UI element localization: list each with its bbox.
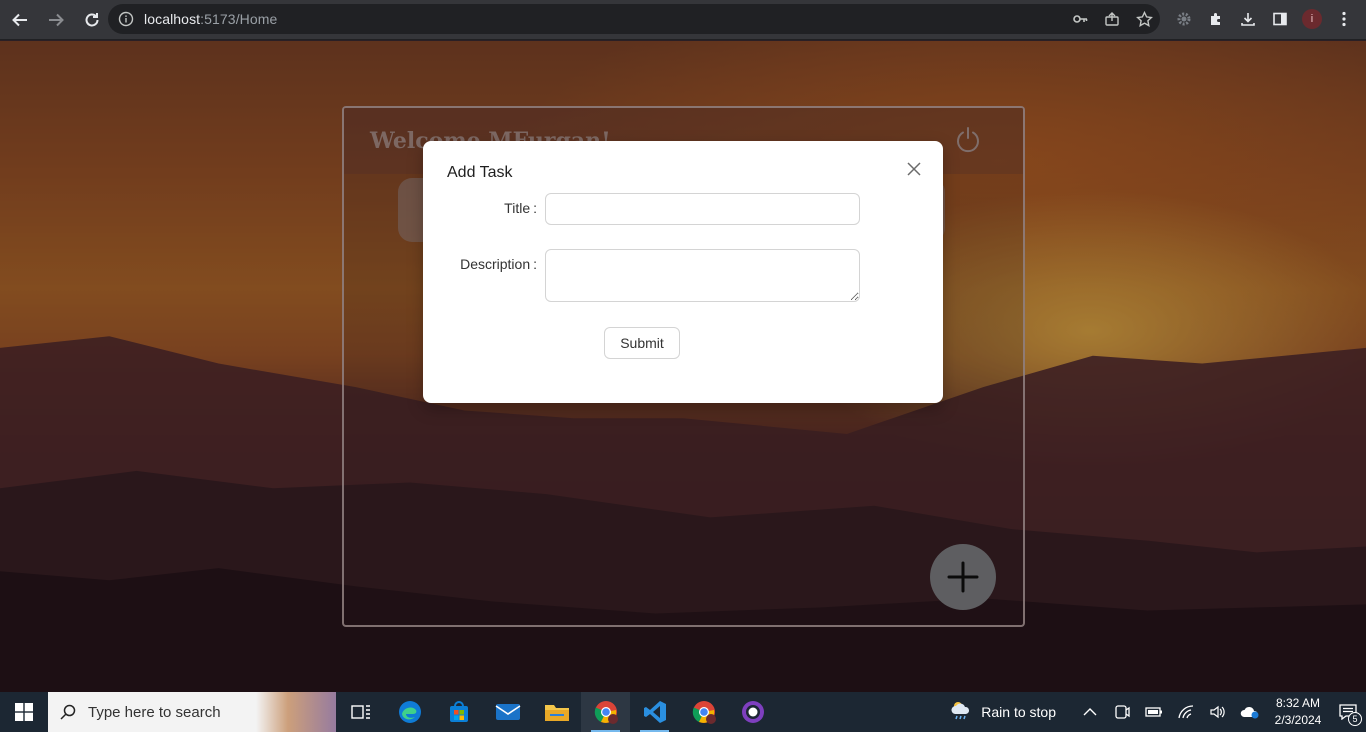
key-icon[interactable] — [1064, 4, 1096, 34]
description-label-text: Description — [460, 256, 531, 272]
notification-count-badge: 5 — [1348, 712, 1362, 726]
clock-time: 8:32 AM — [1275, 696, 1321, 710]
chrome-profile-app-button[interactable] — [679, 692, 728, 732]
chrome-app-button[interactable] — [581, 692, 630, 732]
clock-date: 2/3/2024 — [1274, 713, 1322, 727]
store-icon — [449, 701, 468, 722]
add-task-modal: Add Task Title: Description: Submit — [423, 141, 943, 403]
share-icon[interactable] — [1096, 4, 1128, 34]
search-icon — [48, 703, 88, 721]
battery-icon[interactable] — [1138, 692, 1170, 732]
menu-kebab-icon[interactable] — [1328, 4, 1360, 34]
close-button[interactable] — [904, 159, 924, 179]
store-app-button[interactable] — [434, 692, 483, 732]
vscode-icon — [643, 701, 666, 723]
edge-app-button[interactable] — [385, 692, 434, 732]
weather-widget[interactable]: Rain to stop — [949, 700, 1056, 725]
avatar: i — [1302, 9, 1322, 29]
wifi-icon[interactable] — [1170, 692, 1202, 732]
label-colon: : — [533, 200, 537, 216]
arrow-right-icon — [49, 13, 64, 26]
modal-title: Add Task — [447, 164, 513, 181]
profile-button[interactable]: i — [1296, 4, 1328, 34]
taskbar-search[interactable]: Type here to search — [48, 692, 336, 732]
windows-logo-icon — [15, 703, 33, 721]
edge-icon — [398, 701, 421, 723]
system-tray: Rain to stop 8:32 AM 2/3/2024 5 — [949, 692, 1366, 732]
page-background: Welcome MFurqan! Add Task Title: Descrip… — [0, 41, 1366, 692]
description-row: Description: — [423, 249, 860, 302]
bookmark-star-icon[interactable] — [1128, 4, 1160, 34]
close-icon — [907, 162, 921, 176]
windows-taskbar: Type here to search Rain to stop 8:32 AM… — [0, 692, 1366, 732]
start-button[interactable] — [0, 692, 48, 732]
url-host: localhost — [144, 11, 201, 27]
mail-app-button[interactable] — [483, 692, 532, 732]
browser-toolbar: localhost:5173/Home i — [0, 0, 1366, 40]
task-view-icon — [350, 705, 370, 719]
notifications-button[interactable]: 5 — [1330, 692, 1366, 732]
submit-button[interactable]: Submit — [604, 327, 680, 359]
reload-button[interactable] — [76, 4, 108, 36]
back-button[interactable] — [4, 4, 36, 36]
system-clock[interactable]: 8:32 AM 2/3/2024 — [1266, 695, 1330, 729]
meet-now-icon[interactable] — [1106, 692, 1138, 732]
onedrive-icon[interactable] — [1234, 692, 1266, 732]
github-icon — [741, 701, 764, 723]
chevron-up-icon — [1083, 708, 1097, 716]
address-bar[interactable]: localhost:5173/Home — [108, 4, 1160, 34]
show-hidden-icons-button[interactable] — [1074, 692, 1106, 732]
title-label-text: Title — [504, 200, 531, 216]
url-path: :5173/Home — [200, 11, 278, 27]
download-icon[interactable] — [1232, 4, 1264, 34]
chrome-icon — [594, 701, 618, 724]
vscode-app-button[interactable] — [630, 692, 679, 732]
chrome-icon — [692, 701, 716, 724]
forward-button[interactable] — [40, 4, 72, 36]
label-colon: : — [533, 256, 537, 272]
url-text: localhost:5173/Home — [144, 11, 277, 27]
task-view-button[interactable] — [336, 692, 385, 732]
folder-icon — [544, 705, 569, 721]
description-label: Description: — [423, 249, 537, 272]
weather-text: Rain to stop — [981, 704, 1056, 720]
search-placeholder: Type here to search — [88, 703, 221, 721]
title-row: Title: — [423, 193, 860, 225]
rain-cloud-icon — [949, 700, 973, 725]
search-highlight-image — [256, 692, 336, 732]
reload-icon — [85, 12, 99, 26]
github-desktop-button[interactable] — [728, 692, 777, 732]
extension-gear-icon[interactable] — [1168, 4, 1200, 34]
volume-icon[interactable] — [1202, 692, 1234, 732]
title-input[interactable] — [545, 193, 860, 225]
site-info-icon[interactable] — [118, 11, 134, 27]
mail-icon — [495, 704, 520, 720]
extensions-puzzle-icon[interactable] — [1200, 4, 1232, 34]
side-panel-icon[interactable] — [1264, 4, 1296, 34]
title-label: Title: — [423, 193, 537, 216]
description-input[interactable] — [545, 249, 860, 302]
file-explorer-button[interactable] — [532, 692, 581, 732]
arrow-left-icon — [12, 13, 27, 26]
